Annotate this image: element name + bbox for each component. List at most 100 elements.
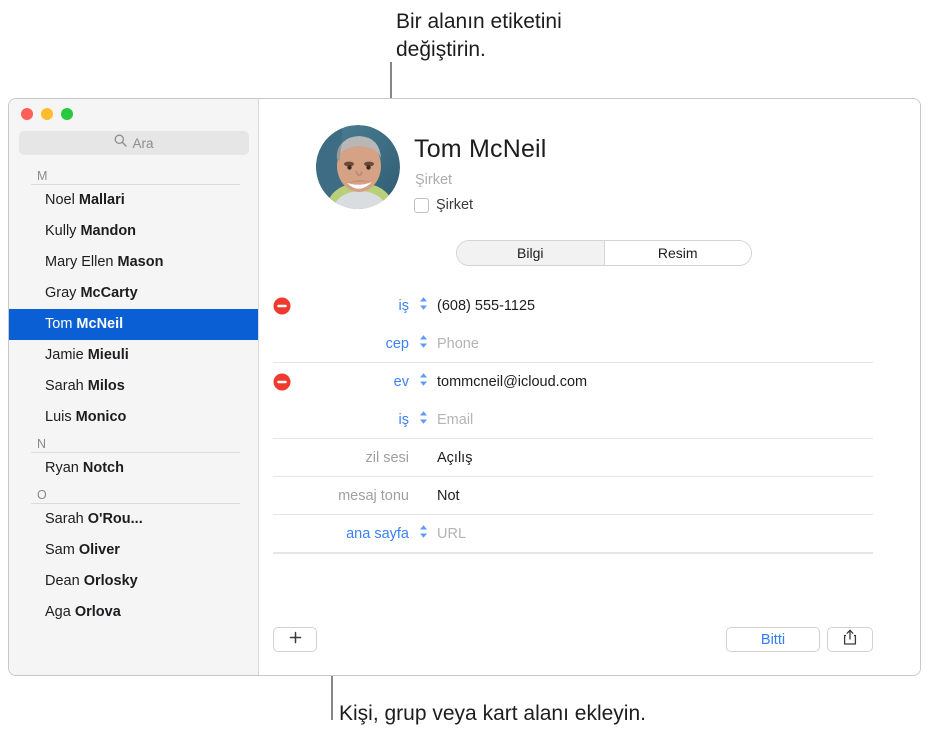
share-icon (843, 629, 857, 650)
contact-list-item[interactable]: Jamie Mieuli (9, 340, 258, 371)
field-list: iş (608) 555-1125 cep Phone ev tommcneil@iclo… (259, 287, 920, 554)
contact-last-name: O'Rou... (87, 511, 143, 527)
section-header-letter: M (37, 169, 48, 183)
company-checkbox[interactable] (414, 197, 429, 213)
contact-list-item[interactable]: Noel Mallari (9, 185, 258, 216)
tab-label: Resim (657, 245, 698, 261)
field-label[interactable]: iş (259, 298, 409, 314)
field-value[interactable]: Açılış (437, 450, 472, 466)
field-value[interactable]: Not (437, 488, 460, 504)
field-label[interactable]: ana sayfa (259, 526, 409, 542)
field-row: iş (608) 555-1125 (259, 287, 920, 325)
label-stepper-icon[interactable] (419, 297, 428, 316)
label-stepper-icon[interactable] (419, 525, 428, 544)
field-list-bottom-separator (259, 553, 920, 554)
company-checkbox-label: Şirket (436, 197, 474, 213)
contact-list-item[interactable]: Luis Monico (9, 402, 258, 433)
contact-last-name: McNeil (76, 316, 124, 332)
label-stepper-icon[interactable] (419, 335, 428, 354)
label-stepper-icon[interactable] (419, 411, 428, 430)
plus-icon (289, 631, 302, 649)
contact-last-name: Orlova (74, 604, 121, 620)
contact-last-name: Mallari (78, 192, 125, 208)
field-value[interactable]: Email (437, 412, 473, 428)
field-row: iş Email (259, 401, 920, 439)
section-header: O (9, 484, 258, 504)
contact-first-name: Sarah (45, 511, 88, 527)
contact-first-name: Ryan (45, 460, 83, 476)
contact-last-name: Oliver (78, 542, 120, 558)
contact-list-item[interactable]: Tom McNeil (9, 309, 258, 340)
contact-first-name: Sarah (45, 378, 88, 394)
contact-list-item[interactable]: Ryan Notch (9, 453, 258, 484)
section-header-letter: N (37, 437, 47, 451)
contact-last-name: Mandon (80, 223, 137, 239)
avatar[interactable] (316, 125, 400, 209)
field-row: ana sayfa URL (259, 515, 920, 553)
field-label: zil sesi (365, 450, 409, 466)
contact-last-name: McCarty (80, 285, 138, 301)
contact-list[interactable]: M Noel Mallari Kully Mandon Mary Ellen Maso… (9, 165, 258, 675)
sidebar: Ara M Noel Mallari Kully Mandon Mary Ellen … (9, 99, 259, 675)
search-input[interactable]: Ara (19, 131, 249, 155)
tab-picture[interactable]: Resim (603, 241, 751, 265)
section-divider (31, 184, 240, 185)
field-label-wrapper[interactable]: cep (259, 325, 413, 363)
tab-info[interactable]: Bilgi (457, 241, 604, 265)
contact-list-item[interactable]: Dean Orlosky (9, 566, 258, 597)
contact-first-name: Jamie (45, 347, 88, 363)
minimize-window-button[interactable] (41, 108, 53, 120)
search-icon (114, 134, 128, 152)
contact-last-name: Mieuli (87, 347, 129, 363)
field-label-wrapper[interactable]: iş (259, 401, 413, 439)
field-row: mesaj tonu Not (259, 477, 920, 515)
field-label: mesaj tonu (338, 488, 409, 504)
contact-list-item[interactable]: Sarah Milos (9, 371, 258, 402)
field-label-wrapper: mesaj tonu (259, 477, 413, 515)
tab-label: Bilgi (517, 245, 544, 261)
contact-first-name: Luis (45, 409, 76, 425)
done-button[interactable]: Bitti (726, 627, 820, 652)
contact-last-name: Notch (82, 460, 124, 476)
field-label-wrapper[interactable]: ev (259, 363, 413, 401)
section-divider (31, 503, 240, 504)
contact-last-name: Monico (75, 409, 127, 425)
contact-list-item[interactable]: Mary Ellen Mason (9, 247, 258, 278)
add-button[interactable] (273, 627, 317, 652)
callout-top-text: Bir alanın etiketini değiştirin. (396, 10, 562, 62)
company-checkbox-row[interactable]: Şirket (414, 197, 473, 213)
field-label[interactable]: cep (259, 336, 409, 352)
maximize-window-button[interactable] (61, 108, 73, 120)
section-header: N (9, 433, 258, 453)
contact-first-name: Aga (45, 604, 75, 620)
field-value[interactable]: Phone (437, 336, 479, 352)
contact-list-item[interactable]: Sarah O'Rou... (9, 504, 258, 535)
done-button-label: Bitti (760, 631, 786, 648)
field-value[interactable]: tommcneil@icloud.com (437, 374, 587, 390)
field-label[interactable]: ev (259, 374, 409, 390)
contact-last-name: Orlosky (83, 573, 138, 589)
contact-name: Tom McNeil (414, 135, 547, 163)
contacts-window: Ara M Noel Mallari Kully Mandon Mary Ellen … (8, 98, 921, 676)
info-picture-segmented-control[interactable]: Bilgi Resim (456, 240, 752, 266)
field-label[interactable]: iş (259, 412, 409, 428)
contact-list-item[interactable]: Kully Mandon (9, 216, 258, 247)
contact-list-item[interactable]: Gray McCarty (9, 278, 258, 309)
field-label-wrapper[interactable]: ana sayfa (259, 515, 413, 553)
field-separator (273, 553, 873, 554)
contact-first-name: Sam (45, 542, 79, 558)
field-value[interactable]: URL (437, 526, 466, 542)
field-row: zil sesi Açılış (259, 439, 920, 477)
field-label-wrapper[interactable]: iş (259, 287, 413, 325)
contact-detail-pane: Tom McNeil Şirket Şirket Bilgi Resim iş (6… (259, 99, 920, 675)
field-value[interactable]: (608) 555-1125 (437, 298, 535, 314)
section-divider (31, 452, 240, 453)
contact-first-name: Mary Ellen (45, 254, 118, 270)
company-placeholder[interactable]: Şirket (415, 172, 452, 188)
contact-list-item[interactable]: Aga Orlova (9, 597, 258, 628)
share-button[interactable] (827, 627, 873, 652)
close-window-button[interactable] (21, 108, 33, 120)
contact-list-item[interactable]: Sam Oliver (9, 535, 258, 566)
label-stepper-icon[interactable] (419, 373, 428, 392)
contact-first-name: Tom (45, 316, 77, 332)
